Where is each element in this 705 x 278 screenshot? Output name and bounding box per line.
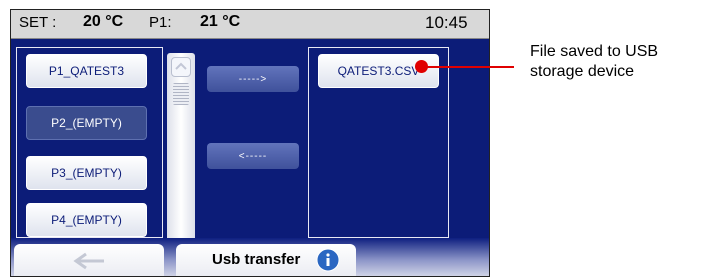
program-item-label: P4_(EMPTY) <box>51 213 122 227</box>
copy-to-usb-label: -----> <box>238 73 268 85</box>
program-item-label: P1_QATEST3 <box>48 64 125 78</box>
back-arrow-icon <box>73 252 104 270</box>
p1-label: P1: <box>149 14 172 31</box>
copy-from-usb-label: <----- <box>238 150 268 162</box>
device-screen: SET : 20 °C P1: 21 °C 10:45 P1_QATEST3 P… <box>10 9 490 277</box>
bottom-bar: Usb transfer <box>11 238 489 276</box>
usb-file-list-panel: QATEST3.CSV <box>308 47 449 238</box>
program-item-p1[interactable]: P1_QATEST3 <box>26 54 147 88</box>
info-icon[interactable] <box>316 248 340 272</box>
copy-to-usb-button[interactable]: -----> <box>207 66 299 92</box>
annotation-callout: File saved to USB storage device <box>530 42 658 82</box>
page-title: Usb transfer <box>212 251 301 268</box>
annotation-line-1: File saved to USB <box>530 43 659 60</box>
set-label: SET : <box>19 14 57 31</box>
usb-file-label: QATEST3.CSV <box>337 64 420 78</box>
usb-transfer-title-button: Usb transfer <box>176 244 356 276</box>
program-item-p3[interactable]: P3_(EMPTY) <box>26 156 147 190</box>
copy-from-usb-button[interactable]: <----- <box>207 143 299 169</box>
set-temperature: 20 °C <box>83 13 124 30</box>
scroll-thumb[interactable] <box>173 83 189 105</box>
program-item-p2[interactable]: P2_(EMPTY) <box>26 106 147 140</box>
p1-temperature: 21 °C <box>200 13 241 30</box>
back-button[interactable] <box>14 244 164 276</box>
scroll-up-button[interactable] <box>171 57 191 77</box>
status-bar: SET : 20 °C P1: 21 °C 10:45 <box>11 10 489 39</box>
program-item-label: P3_(EMPTY) <box>51 166 122 180</box>
annotation-marker <box>415 60 428 73</box>
clock: 10:45 <box>425 13 468 32</box>
chevron-up-icon <box>175 62 187 70</box>
annotation-line-2: storage device <box>530 63 635 80</box>
annotation-line <box>421 66 514 68</box>
program-item-p4[interactable]: P4_(EMPTY) <box>26 203 147 237</box>
program-item-label: P2_(EMPTY) <box>51 116 122 130</box>
program-list-panel: P1_QATEST3 P2_(EMPTY) P3_(EMPTY) P4_(EMP… <box>16 47 163 238</box>
